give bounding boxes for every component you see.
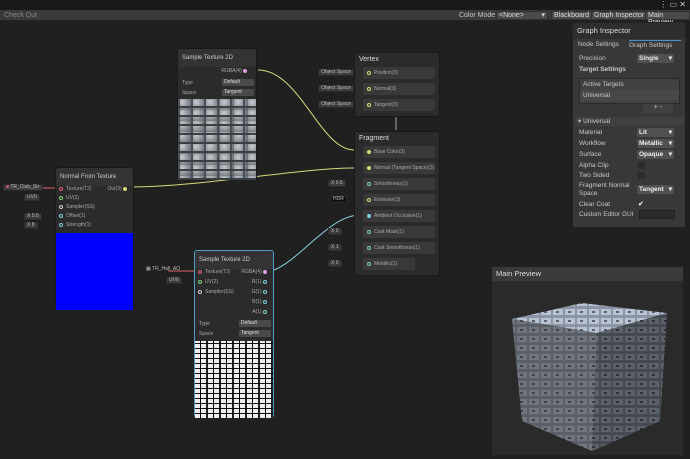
base-color-slot[interactable]: Base Color(3)	[363, 146, 435, 158]
remove-target-button[interactable]: -	[660, 104, 662, 111]
tab-graph-settings[interactable]: Graph Settings	[629, 40, 681, 49]
coat-mask-input[interactable]: X 0	[328, 228, 342, 235]
normal-slot[interactable]: Normal(3)	[363, 83, 435, 95]
surface-label: Surface	[579, 151, 602, 158]
custom-editor-label: Custom Editor GUI	[579, 211, 634, 218]
material-dropdown[interactable]: Lit ▾	[637, 128, 674, 137]
uv-dropdown[interactable]: UV0	[166, 277, 182, 284]
main-preview-panel: Main Preview	[491, 266, 684, 456]
type-label: Type	[199, 321, 210, 327]
node-title: Sample Texture 2D	[178, 49, 256, 67]
target-settings-heading: Target Settings	[579, 66, 626, 73]
type-label: Type	[182, 80, 193, 86]
space-label: Space	[182, 90, 197, 96]
fragment-normal-label: Fragment Normal	[579, 182, 630, 189]
fragment-normal-label-2: Space	[579, 190, 598, 197]
two-sided-label: Two Sided	[579, 172, 610, 179]
offset-port[interactable]: Offset(1)	[59, 213, 85, 219]
target-item-universal[interactable]: Universal	[580, 90, 679, 101]
texture-field[interactable]: ■ TR_Club_Str	[3, 184, 43, 191]
tangent-slot[interactable]: Tangent(3)	[363, 99, 435, 111]
out-port[interactable]: Out(3)	[107, 186, 130, 192]
two-sided-checkbox[interactable]	[638, 172, 645, 179]
space-dropdown[interactable]: Tangent	[239, 330, 271, 337]
normal-tangent-slot[interactable]: Normal (Tangent Space)(3)	[363, 162, 435, 174]
fragment-normal-space-dropdown[interactable]: Tangent ▾	[637, 185, 674, 194]
uv-port[interactable]: UV(2)	[59, 195, 79, 201]
universal-foldout[interactable]: ▾ Universal	[575, 117, 683, 126]
node-title: Normal From Texture	[56, 168, 133, 186]
coat-smoothness-input[interactable]: X 1	[328, 244, 342, 251]
fragment-block: Fragment Base Color(3) Normal (Tangent S…	[354, 131, 440, 276]
alpha-clip-checkbox[interactable]	[638, 162, 645, 169]
main-preview-title: Main Preview	[492, 267, 683, 281]
sample-texture-node-2[interactable]: Sample Texture 2D Texture(T2) UV(2) Samp…	[194, 250, 274, 418]
custom-editor-input[interactable]	[639, 210, 675, 219]
cube-preview[interactable]	[492, 281, 685, 457]
ambient-occlusion-slot[interactable]: Ambient Occlusion(1)	[363, 210, 435, 222]
alpha-clip-label: Alpha Clip	[579, 162, 609, 169]
material-label: Material	[579, 129, 603, 136]
g-port[interactable]: G(1)	[252, 289, 270, 295]
surface-dropdown[interactable]: Opaque ▾	[637, 150, 674, 159]
workflow-label: Workflow	[579, 140, 606, 147]
rgba-output-port[interactable]: RGBA(4)	[221, 68, 250, 74]
space-label: Space	[199, 331, 214, 337]
add-target-button[interactable]: +	[654, 104, 658, 111]
texture-field[interactable]: ▦ TR_Hall_AO	[144, 267, 180, 274]
graph-inspector-panel: Graph Inspector Node Settings Graph Sett…	[572, 22, 686, 228]
smoothness-input[interactable]: X 0.5	[328, 180, 346, 187]
uv-dropdown[interactable]: UV0	[24, 194, 40, 201]
texture-preview	[178, 99, 256, 180]
position-input[interactable]: Object Space	[318, 69, 355, 76]
tangent-input[interactable]: Object Space	[318, 101, 355, 108]
texture-port[interactable]: Texture(T2)	[198, 269, 231, 275]
vertex-title: Vertex	[359, 56, 379, 63]
active-targets-list: Active Targets Universal	[579, 78, 680, 104]
inspector-title: Graph Inspector	[573, 23, 685, 39]
ao-texture-preview	[195, 341, 273, 418]
uv-port[interactable]: UV(2)	[198, 279, 218, 285]
strength-port[interactable]: Strength(1)	[59, 222, 91, 228]
node-title: Sample Texture 2D	[195, 251, 273, 269]
normal-from-texture-node[interactable]: Normal From Texture Texture(T2) UV(2) Sa…	[55, 167, 134, 310]
clear-coat-checkbox[interactable]: ✔	[638, 200, 644, 208]
sampler-port[interactable]: Sampler(SS)	[59, 204, 95, 210]
strength-field[interactable]: X 8	[24, 222, 38, 229]
active-targets-header: Active Targets	[583, 81, 624, 88]
normal-preview	[56, 233, 133, 310]
vertex-block: Vertex Position(3) Normal(3) Tangent(3)	[354, 52, 440, 117]
precision-label: Precision	[579, 55, 606, 62]
type-dropdown[interactable]: Default	[222, 79, 254, 86]
metallic-input[interactable]: X 0	[328, 260, 342, 267]
precision-dropdown[interactable]: Single ▾	[637, 54, 674, 63]
coat-mask-slot[interactable]: Coat Mask(1)	[363, 226, 435, 238]
fragment-title: Fragment	[359, 135, 389, 142]
smoothness-slot[interactable]: Smoothness(1)	[363, 178, 435, 190]
list-controls: + -	[643, 104, 673, 113]
rgba-port[interactable]: RGBA(4)	[241, 269, 270, 275]
clear-coat-label: Clear Coat	[579, 201, 611, 208]
a-port[interactable]: A(1)	[252, 309, 270, 315]
sampler-port[interactable]: Sampler(SS)	[198, 289, 234, 295]
metallic-slot[interactable]: Metallic(1)	[363, 258, 415, 270]
coat-smoothness-slot[interactable]: Coat Smoothness(1)	[363, 242, 435, 254]
type-dropdown[interactable]: Default	[239, 320, 271, 327]
offset-field[interactable]: X 0.5	[24, 213, 42, 220]
b-port[interactable]: B(1)	[252, 299, 270, 305]
position-slot[interactable]: Position(3)	[363, 67, 435, 79]
workflow-dropdown[interactable]: Metallic ▾	[637, 139, 674, 148]
emission-input[interactable]: HDR	[330, 196, 347, 203]
texture-port[interactable]: Texture(T2)	[59, 186, 92, 192]
space-dropdown[interactable]: Tangent	[222, 89, 254, 96]
emission-slot[interactable]: Emission(3)	[363, 194, 435, 206]
normal-input[interactable]: Object Space	[318, 85, 355, 92]
wire-basecolor	[257, 69, 355, 151]
tab-node-settings[interactable]: Node Settings	[578, 41, 619, 48]
r-port[interactable]: R(1)	[252, 279, 270, 285]
wire-ao	[273, 214, 361, 271]
sample-texture-node-1[interactable]: Sample Texture 2D RGBA(4) Type Default S…	[177, 48, 257, 180]
